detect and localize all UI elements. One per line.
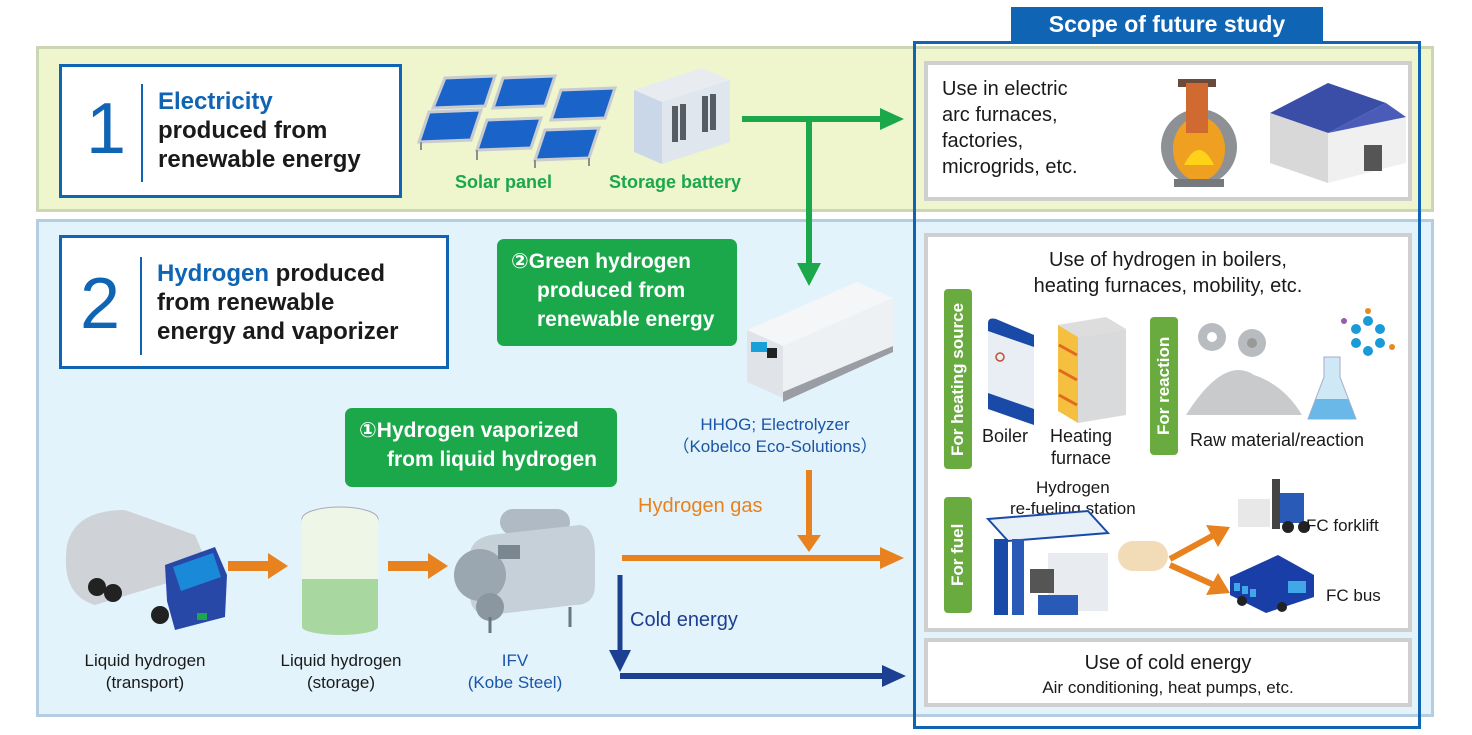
section1-number: 1 — [86, 89, 127, 169]
electric-use-box: Use in electric arc furnaces, factories,… — [924, 61, 1412, 201]
section2-title-box: 2 Hydrogen produced from renewable energ… — [59, 235, 449, 369]
storage-battery-icon — [634, 68, 730, 164]
tag-reaction: For reaction — [1150, 317, 1178, 455]
electricity-flow-arrows — [742, 108, 904, 286]
green-hydrogen-box: ②Green hydrogen produced from renewable … — [497, 239, 737, 346]
section2-title: Hydrogen produced from renewable energy … — [157, 259, 398, 346]
cold-use-box: Use of cold energy Air conditioning, hea… — [924, 638, 1412, 707]
chain-label-ifv: IFV (Kobe Steel) — [445, 650, 585, 694]
scope-title: Scope of future study — [1011, 7, 1323, 42]
fc-bus-icon — [1230, 555, 1314, 613]
section1-title-highlight: Electricity — [158, 88, 273, 115]
refueling-station-label-line1: Hydrogen — [1035, 478, 1110, 497]
vaporized-hydrogen-line2: from liquid hydrogen — [387, 448, 597, 471]
solar-panel-label: Solar panel — [455, 172, 553, 192]
boiler-icon — [988, 318, 1034, 425]
electric-use-line2: arc furnaces, — [942, 104, 1058, 126]
section2-title-line2: from renewable — [157, 289, 335, 316]
electrolyzer-icon — [747, 282, 893, 402]
divider — [141, 84, 143, 182]
green-hydrogen-line2: produced from — [537, 279, 686, 302]
arc-furnace-icon — [1161, 79, 1237, 187]
green-hydrogen-line3: renewable energy — [537, 308, 715, 331]
hydrogen-use-title: Use of hydrogen in boilers, heating furn… — [928, 247, 1408, 299]
electric-use-line1: Use in electric — [942, 78, 1068, 100]
vaporized-hydrogen-box: ①Hydrogen vaporized from liquid hydrogen — [345, 408, 617, 487]
chain-arrow-2 — [388, 553, 448, 579]
cold-use-title: Use of cold energy — [1084, 652, 1252, 674]
hydrogen-gas-arrows — [609, 470, 906, 687]
storage-battery-label: Storage battery — [609, 172, 742, 192]
section1-title-line3: renewable energy — [158, 146, 361, 173]
boiler-label: Boiler — [982, 426, 1029, 446]
section1-title: Electricity produced from renewable ener… — [158, 87, 361, 174]
chain-arrow-1 — [228, 553, 288, 579]
electrolyzer-label-line2: （Kobelco Eco-Solutions） — [672, 437, 878, 456]
chain-label-transport-line1: Liquid hydrogen — [84, 651, 206, 670]
chain-label-storage: Liquid hydrogen (storage) — [246, 650, 436, 694]
chain-label-ifv-line1: IFV — [501, 651, 529, 670]
electric-use-line4: microgrids, etc. — [942, 156, 1078, 178]
tanker-truck-icon — [65, 510, 227, 630]
heating-furnace-label-line2: furnace — [1051, 448, 1112, 468]
ifv-vaporizer-icon — [454, 509, 595, 633]
section1-title-box: 1 Electricity produced from renewable en… — [59, 64, 402, 198]
fc-bus-label: FC bus — [1326, 586, 1381, 605]
vaporized-hydrogen-line1: ①Hydrogen vaporized — [359, 419, 579, 442]
chain-label-storage-line2: (storage) — [306, 673, 376, 692]
section2-title-highlight: Hydrogen — [157, 260, 270, 287]
heating-furnace-icon — [1058, 317, 1126, 423]
flask-icon — [1307, 308, 1395, 420]
refueling-station-icon — [985, 509, 1168, 615]
section2-number: 2 — [80, 264, 121, 344]
heating-furnace-label: Heating furnace — [1050, 425, 1112, 469]
electric-use-text: Use in electric arc furnaces, factories,… — [942, 76, 1078, 180]
tag-heating-source: For heating source — [944, 289, 972, 469]
hydrogen-use-box: Use of hydrogen in boilers, heating furn… — [924, 233, 1412, 632]
fc-forklift-icon — [1238, 479, 1310, 533]
hydrogen-use-title-line2: heating furnaces, mobility, etc. — [1033, 275, 1303, 297]
storage-tank-icon — [301, 506, 379, 635]
chain-label-transport-line2: (transport) — [105, 673, 185, 692]
electric-use-line3: factories, — [942, 130, 1024, 152]
chain-label-transport: Liquid hydrogen (transport) — [50, 650, 240, 694]
heating-furnace-label-line1: Heating — [1050, 426, 1113, 446]
electrolyzer-label-line1: HHOG; Electrolyzer — [700, 415, 850, 434]
cold-use-subtitle: Air conditioning, heat pumps, etc. — [1042, 678, 1294, 697]
fc-forklift-label: FC forklift — [1306, 516, 1379, 535]
green-hydrogen-line1: ②Green hydrogen — [511, 250, 691, 273]
section2-title-line3: energy and vaporizer — [157, 318, 399, 345]
solar-panel-icon — [416, 74, 618, 168]
section1-title-line2: produced from — [158, 117, 328, 144]
chain-label-storage-line1: Liquid hydrogen — [280, 651, 402, 670]
divider — [140, 257, 142, 355]
tag-fuel: For fuel — [944, 497, 972, 613]
factory-icon — [1270, 83, 1406, 183]
raw-material-icon — [1186, 323, 1302, 415]
raw-material-label: Raw material/reaction — [1190, 430, 1365, 450]
cold-energy-label: Cold energy — [630, 609, 738, 631]
hydrogen-use-title-line1: Use of hydrogen in boilers, — [1049, 249, 1287, 271]
chain-label-ifv-line2: (Kobe Steel) — [467, 673, 563, 692]
section2-title-rest: produced — [269, 260, 386, 287]
electrolyzer-label: HHOG; Electrolyzer （Kobelco Eco-Solution… — [650, 414, 900, 458]
